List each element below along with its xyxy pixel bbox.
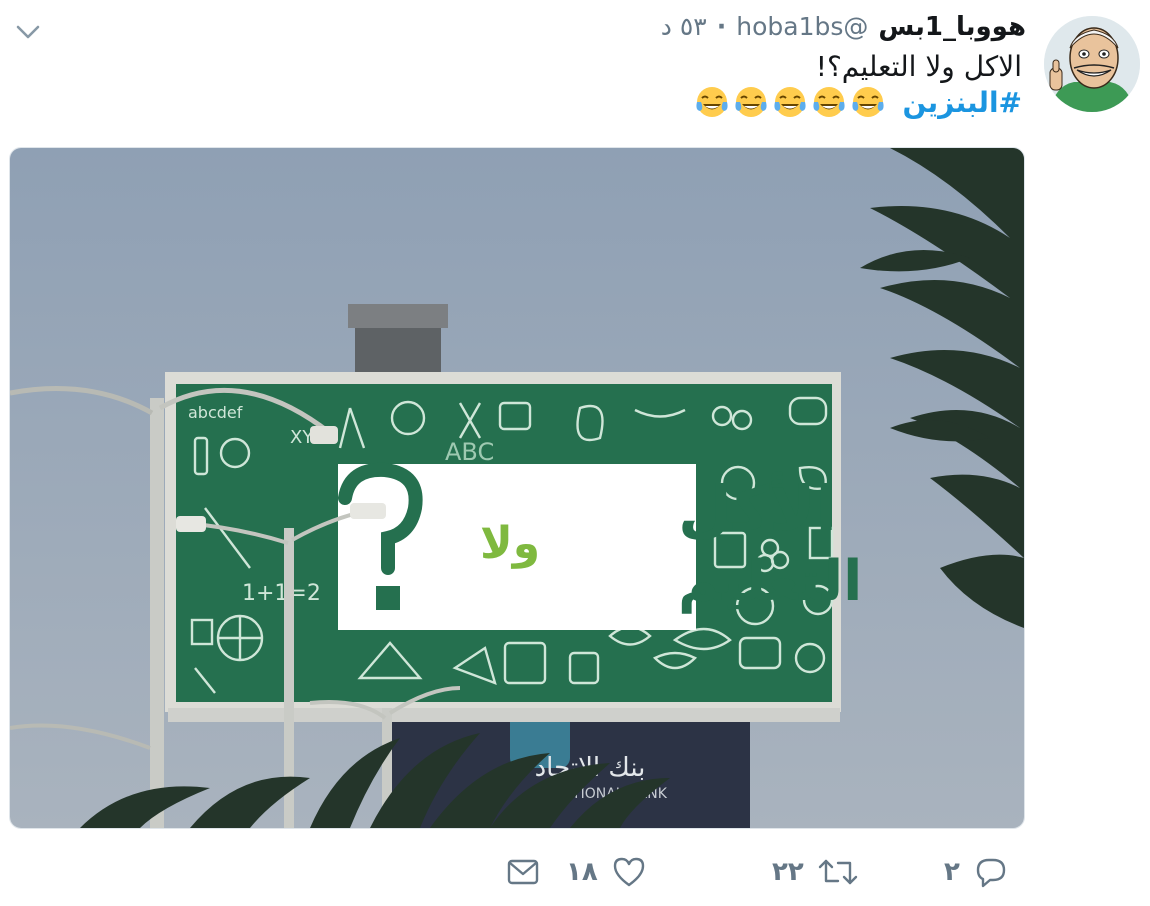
like-button[interactable]: ١٨	[566, 852, 646, 892]
billboard-line-2: ولا	[480, 518, 540, 569]
hashtag-link[interactable]: #البنزين	[902, 86, 1022, 119]
billboard-line-3: التعليم	[678, 549, 862, 614]
doodle-text-abc-caps: ABC	[445, 438, 494, 466]
direct-message-button[interactable]	[506, 852, 540, 892]
separator-dot: ·	[716, 12, 727, 41]
tears-of-joy-emoji-icon	[813, 87, 846, 117]
chevron-down-icon[interactable]	[14, 18, 42, 46]
retweet-icon	[818, 859, 857, 885]
reply-icon	[976, 858, 1006, 888]
retweet-count: ٢٢	[772, 857, 804, 887]
reply-button[interactable]: ٢	[944, 852, 1008, 892]
tweet-actions: ٢ ٢٢ ١٨	[0, 852, 1150, 892]
doodle-text-math: 1+1=2	[242, 581, 321, 606]
tweet-photo[interactable]: بنك الإتحاد NATIONAL BANK	[9, 147, 1025, 829]
tears-of-joy-emoji-icon	[696, 87, 729, 117]
tweet-card: هووبا_1بس @hoba1bs · ٥٣ د الاكل ولا التع…	[0, 0, 1150, 906]
tears-of-joy-emoji-icon	[735, 87, 768, 117]
tears-of-joy-emoji-icon	[774, 87, 807, 117]
avatar[interactable]	[1044, 16, 1140, 112]
tweet-text: الاكل ولا التعليم؟!	[815, 50, 1022, 83]
display-name[interactable]: هووبا_1بس	[878, 12, 1026, 42]
user-handle[interactable]: @hoba1bs	[736, 12, 868, 41]
envelope-icon	[507, 859, 539, 885]
tears-of-joy-emoji-icon	[852, 87, 885, 117]
doodle-text-abc: abcdef	[188, 403, 243, 422]
emoji-row	[694, 84, 886, 120]
billboard-line-1: الأكل	[678, 471, 837, 545]
like-count: ١٨	[566, 857, 598, 887]
heart-icon	[613, 857, 644, 887]
tweet-header: هووبا_1بس @hoba1bs · ٥٣ د	[661, 12, 1026, 42]
retweet-button[interactable]: ٢٢	[772, 852, 858, 892]
tweet-text-line2: #البنزين	[694, 84, 1022, 120]
reply-count: ٢	[944, 857, 960, 887]
timestamp[interactable]: ٥٣ د	[661, 12, 707, 41]
